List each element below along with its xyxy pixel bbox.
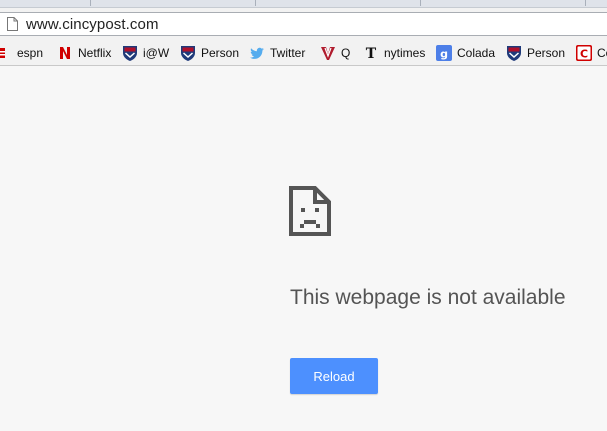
penn-shield-icon bbox=[506, 45, 522, 61]
bookmark-iatw[interactable]: i@W bbox=[122, 44, 169, 62]
url-text[interactable]: www.cincypost.com bbox=[26, 16, 159, 33]
netflix-icon bbox=[57, 45, 73, 61]
tab-divider bbox=[420, 0, 421, 6]
bookmark-label: espn bbox=[17, 46, 44, 60]
bookmark-person-2[interactable]: Person bbox=[506, 44, 565, 62]
svg-text:T: T bbox=[366, 46, 377, 61]
bookmark-label: Person bbox=[527, 46, 566, 60]
bookmark-label: Netflix bbox=[78, 46, 112, 60]
page-icon bbox=[7, 17, 18, 31]
tab-divider bbox=[585, 0, 586, 6]
penn-shield-icon bbox=[122, 45, 138, 61]
bookmark-co[interactable]: C Co bbox=[576, 44, 607, 62]
c-logo-icon: C bbox=[576, 45, 592, 61]
tab-divider bbox=[255, 0, 256, 6]
bookmark-person[interactable]: Person bbox=[180, 44, 239, 62]
bookmark-label: i@W bbox=[143, 46, 170, 60]
bookmarks-bar: espn Netflix i@W Person Twitter Q T nyti… bbox=[0, 40, 607, 66]
svg-text:g: g bbox=[440, 48, 448, 61]
bookmark-colada[interactable]: g Colada bbox=[436, 44, 495, 62]
google-g-icon: g bbox=[436, 45, 452, 61]
nytimes-t-icon: T bbox=[363, 45, 379, 62]
bookmark-twitter[interactable]: Twitter bbox=[249, 44, 305, 62]
tab-divider bbox=[90, 0, 91, 6]
bookmark-label: Person bbox=[201, 46, 240, 60]
bookmark-label: Co bbox=[597, 46, 607, 60]
bookmark-nytimes[interactable]: T nytimes bbox=[363, 44, 426, 62]
bookmark-label: Twitter bbox=[270, 46, 306, 60]
svg-text:C: C bbox=[580, 48, 588, 61]
bookmark-netflix[interactable]: Netflix bbox=[57, 44, 111, 62]
address-bar[interactable]: www.cincypost.com bbox=[0, 12, 607, 36]
bookmark-label: Q bbox=[341, 46, 351, 60]
error-title: This webpage is not available bbox=[290, 286, 566, 309]
bookmark-label: nytimes bbox=[384, 46, 426, 60]
sad-document-icon bbox=[289, 186, 331, 236]
twitter-bird-icon bbox=[249, 45, 265, 61]
bookmark-espn[interactable]: espn bbox=[0, 44, 43, 62]
bookmark-label: Colada bbox=[457, 46, 496, 60]
quinnipiac-q-icon bbox=[320, 45, 336, 61]
reload-button[interactable]: Reload bbox=[290, 358, 378, 394]
penn-shield-icon bbox=[180, 45, 196, 61]
espn-icon bbox=[0, 45, 12, 61]
toolbar: www.cincypost.com bbox=[0, 7, 607, 41]
bookmark-q[interactable]: Q bbox=[320, 44, 350, 62]
